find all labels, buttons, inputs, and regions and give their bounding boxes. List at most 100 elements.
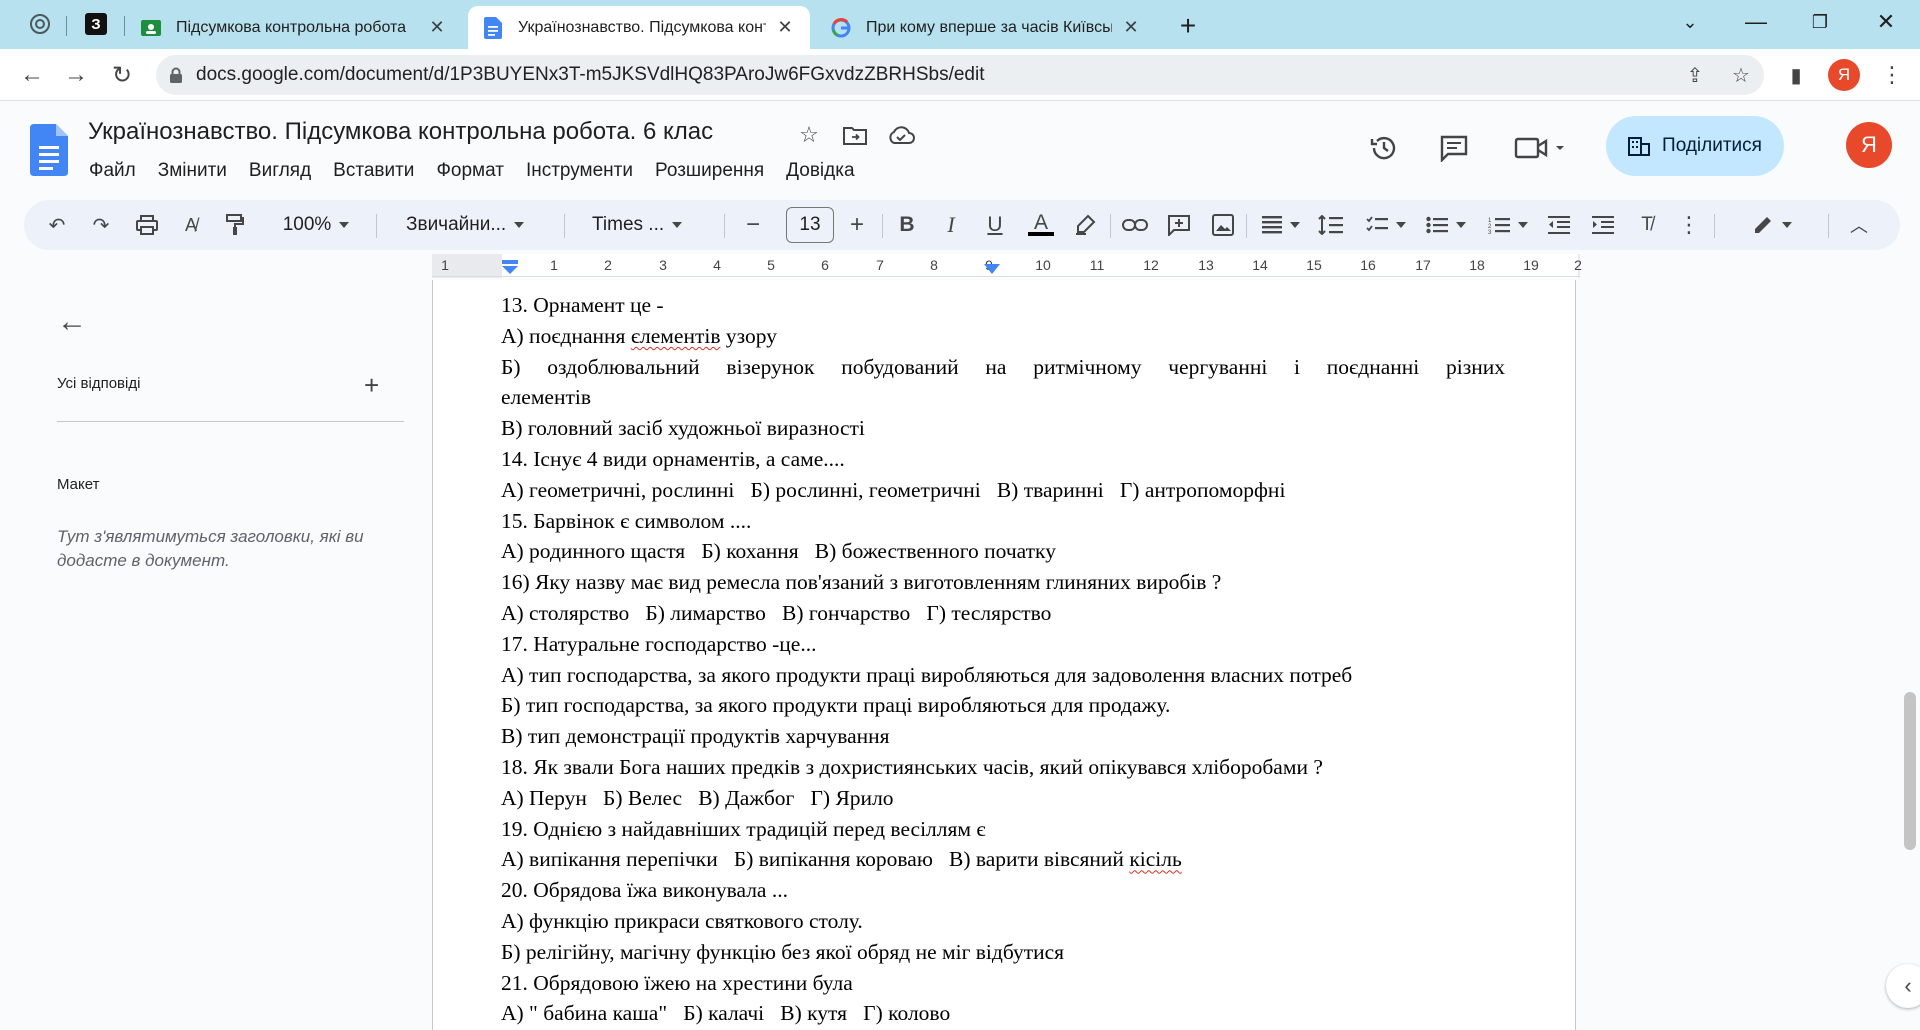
font-size-input[interactable]: 13 — [786, 207, 834, 243]
doc-line[interactable]: елементів — [501, 382, 1505, 413]
side-panel-icon[interactable]: ▮ — [1778, 57, 1814, 93]
hide-menus-chevron-icon[interactable]: ︿ — [1844, 208, 1874, 242]
left-indent-marker-icon[interactable] — [500, 260, 520, 276]
doc-line[interactable]: 19. Однією з найдавніших традицій перед … — [501, 814, 1505, 845]
doc-line[interactable]: В) головний засіб художньої виразності — [501, 413, 1505, 444]
close-tab-icon[interactable]: ✕ — [1120, 17, 1142, 39]
misspelled-word[interactable]: кісіль — [1129, 847, 1181, 871]
bookmark-star-icon[interactable]: ☆ — [1718, 63, 1764, 88]
line-spacing-icon[interactable] — [1314, 208, 1348, 242]
scrollbar-thumb[interactable] — [1904, 692, 1916, 850]
menu-file[interactable]: Файл — [78, 156, 147, 186]
print-icon[interactable] — [132, 208, 162, 242]
doc-line[interactable]: 17. Натуральне господарство -це... — [501, 629, 1505, 660]
decrease-indent-icon[interactable] — [1544, 208, 1574, 242]
tab-chatgpt[interactable] — [20, 8, 60, 40]
menu-edit[interactable]: Змінити — [147, 156, 238, 186]
reload-button[interactable]: ↻ — [104, 57, 140, 93]
doc-line[interactable]: 21. Обрядовою їжею на хрестини була — [501, 968, 1505, 999]
doc-line[interactable]: 16) Яку назву має вид ремесла пов'язаний… — [501, 567, 1505, 598]
cloud-status-icon[interactable] — [886, 120, 916, 150]
comments-icon[interactable] — [1432, 126, 1476, 170]
omnibox[interactable]: docs.google.com/document/d/1P3BUYENx3T-m… — [156, 55, 1764, 95]
text-color-icon[interactable]: A — [1024, 208, 1058, 242]
menu-format[interactable]: Формат — [425, 156, 515, 186]
tab-google-search[interactable]: При кому вперше за часів Київськ ✕ — [816, 6, 1156, 49]
version-history-icon[interactable] — [1362, 126, 1406, 170]
docs-logo-icon[interactable] — [30, 124, 68, 176]
tab-z[interactable]: З — [76, 8, 116, 40]
doc-line[interactable]: Б) релігійну, магічну функцію без якої о… — [501, 937, 1505, 968]
side-panel-toggle-chevron-icon[interactable]: ‹ — [1886, 964, 1920, 1008]
doc-line[interactable]: Б) оздоблювальний візерунок побудований … — [501, 352, 1505, 383]
decrease-font-size-icon[interactable]: − — [738, 208, 768, 242]
numbered-list-icon[interactable]: 123 — [1482, 208, 1534, 242]
insert-image-icon[interactable] — [1208, 208, 1238, 242]
browser-profile-avatar[interactable]: Я — [1828, 59, 1860, 91]
paragraph-style-select[interactable]: Звичайни... — [398, 208, 568, 242]
doc-line[interactable]: А) випікання перепічки Б) випікання коро… — [501, 844, 1505, 875]
clear-formatting-icon[interactable]: T̸ — [1632, 208, 1662, 242]
menu-insert[interactable]: Вставити — [322, 156, 425, 186]
italic-icon[interactable]: I — [936, 208, 966, 242]
tab-search-chevron-icon[interactable]: ⌄ — [1662, 0, 1718, 44]
new-tab-button[interactable]: + — [1172, 10, 1204, 42]
menu-help[interactable]: Довідка — [775, 156, 865, 186]
doc-line[interactable]: А) геометричні, рослинні Б) рослинні, ге… — [501, 475, 1505, 506]
doc-line[interactable]: А) родинного щастя Б) кохання В) божеств… — [501, 536, 1505, 567]
back-button[interactable]: ← — [14, 57, 50, 93]
doc-line[interactable]: А) тип господарства, за якого продукти п… — [501, 660, 1505, 691]
close-tab-icon[interactable]: ✕ — [426, 17, 448, 39]
document-page[interactable]: 13. Орнамент це - А) поєднання єлементів… — [433, 280, 1575, 1030]
close-tab-icon[interactable]: ✕ — [774, 17, 796, 39]
doc-line[interactable]: 15. Барвінок є символом .... — [501, 506, 1505, 537]
url-text[interactable]: docs.google.com/document/d/1P3BUYENx3T-m… — [196, 64, 1672, 86]
zoom-select[interactable]: 100% — [272, 208, 360, 242]
vertical-scrollbar[interactable] — [1900, 280, 1920, 1030]
doc-line[interactable]: 14. Існує 4 види орнаментів, а саме.... — [501, 444, 1505, 475]
close-outline-arrow-icon[interactable]: ← — [56, 305, 88, 338]
checklist-icon[interactable] — [1360, 208, 1412, 242]
restore-button[interactable]: ❐ — [1792, 0, 1848, 44]
spellcheck-icon[interactable]: A̸ — [176, 208, 206, 242]
doc-line[interactable]: А) " бабина каша" Б) калачі В) кутя Г) к… — [501, 998, 1505, 1029]
align-icon[interactable] — [1256, 208, 1306, 242]
share-button[interactable]: Поділитися — [1606, 116, 1784, 176]
add-summary-icon[interactable]: + — [364, 370, 379, 401]
doc-line[interactable]: Б) тип господарства, за якого продукти п… — [501, 690, 1505, 721]
increase-font-size-icon[interactable]: + — [842, 208, 872, 242]
right-indent-marker-icon[interactable] — [982, 262, 1002, 276]
redo-icon[interactable]: ↷ — [86, 208, 116, 242]
forward-button[interactable]: → — [58, 57, 94, 93]
minimize-button[interactable]: — — [1728, 0, 1784, 44]
doc-line[interactable]: В) тип демонстрації продуктів харчування — [501, 721, 1505, 752]
doc-line[interactable]: 20. Обрядова їжа виконувала ... — [501, 875, 1505, 906]
tab-docs-active[interactable]: Українознавство. Підсумкова конт ✕ — [468, 6, 810, 49]
doc-line[interactable]: 18. Як звали Бога наших предків з дохрис… — [501, 752, 1505, 783]
menu-extensions[interactable]: Розширення — [644, 156, 775, 186]
meet-camera-icon[interactable] — [1506, 126, 1576, 170]
font-family-select[interactable]: Times ... — [584, 208, 708, 242]
insert-link-icon[interactable] — [1120, 208, 1150, 242]
menu-view[interactable]: Вигляд — [238, 156, 322, 186]
misspelled-word[interactable]: єлементів — [631, 324, 721, 348]
underline-icon[interactable]: U — [980, 208, 1010, 242]
share-page-icon[interactable]: ⇪ — [1672, 63, 1718, 88]
doc-line[interactable]: А) Перун Б) Велес В) Дажбог Г) Ярило — [501, 783, 1505, 814]
menu-tools[interactable]: Інструменти — [515, 156, 644, 186]
document-title[interactable]: Українознавство. Підсумкова контрольна р… — [88, 118, 713, 146]
bulleted-list-icon[interactable] — [1420, 208, 1472, 242]
close-window-button[interactable]: ✕ — [1858, 0, 1914, 44]
document-body[interactable]: 13. Орнамент це - А) поєднання єлементів… — [501, 290, 1505, 1029]
lock-icon[interactable] — [156, 67, 196, 83]
move-folder-icon[interactable] — [840, 120, 870, 150]
insert-comment-icon[interactable] — [1164, 208, 1194, 242]
doc-line[interactable]: А) функцію прикраси святкового столу. — [501, 906, 1505, 937]
doc-line[interactable]: А) поєднання єлементів узору — [501, 321, 1505, 352]
star-icon[interactable]: ☆ — [794, 120, 824, 150]
highlight-color-icon[interactable] — [1070, 208, 1100, 242]
user-avatar[interactable]: Я — [1846, 122, 1892, 168]
doc-line[interactable]: 13. Орнамент це - — [501, 290, 1505, 321]
tab-classroom[interactable]: Підсумкова контрольна робота ✕ — [126, 6, 462, 49]
paint-format-icon[interactable] — [220, 208, 250, 242]
